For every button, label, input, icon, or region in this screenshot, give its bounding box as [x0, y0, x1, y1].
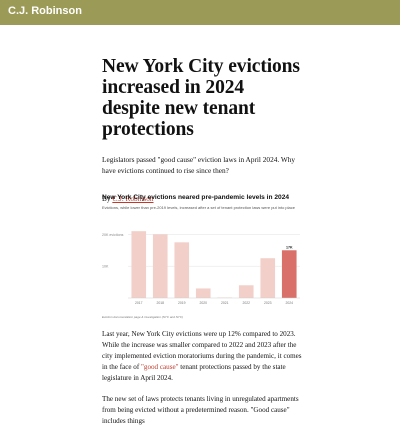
bar: [282, 250, 297, 298]
article-header: New York City evictions increased in 202…: [102, 56, 302, 204]
y-tick-label: 20K evictions: [102, 233, 124, 237]
x-tick-label: 2022: [242, 301, 250, 305]
y-tick-label: 10K: [102, 265, 109, 269]
x-tick-label: 2020: [199, 301, 207, 305]
bar: [260, 258, 275, 298]
bar: [196, 288, 211, 298]
x-tick-label: 2024: [285, 301, 293, 305]
chart-title: New York City evictions neared pre-pande…: [102, 194, 302, 202]
paragraph-1: Last year, New York City evictions were …: [102, 329, 302, 384]
data-label: 17K: [286, 245, 293, 249]
x-tick-label: 2017: [135, 301, 143, 305]
site-title-link[interactable]: C.J. Robinson: [8, 5, 82, 17]
paragraph-2: The new set of laws protects tenants liv…: [102, 394, 302, 427]
bar: [174, 242, 189, 298]
headline: New York City evictions increased in 202…: [102, 56, 302, 140]
x-tick-label: 2019: [178, 301, 186, 305]
dek: Legislators passed "good cause" eviction…: [102, 154, 302, 176]
x-tick-label: 2023: [264, 301, 272, 305]
x-tick-label: 2021: [221, 301, 229, 305]
chart: New York City evictions neared pre-pande…: [102, 194, 302, 319]
bar: [239, 285, 254, 298]
chart-plot: 20K evictions 10K 2017 2018 2019 2020 2021 2022…: [102, 210, 302, 310]
good-cause-link[interactable]: "good cause": [141, 363, 179, 371]
article-body: Last year, New York City evictions were …: [102, 329, 302, 437]
x-tick-label: 2018: [156, 301, 164, 305]
top-bar: C.J. Robinson: [0, 0, 400, 25]
chart-source: Eviction documentation page & investigat…: [102, 315, 302, 319]
bar: [153, 234, 168, 298]
bar: [131, 231, 146, 298]
